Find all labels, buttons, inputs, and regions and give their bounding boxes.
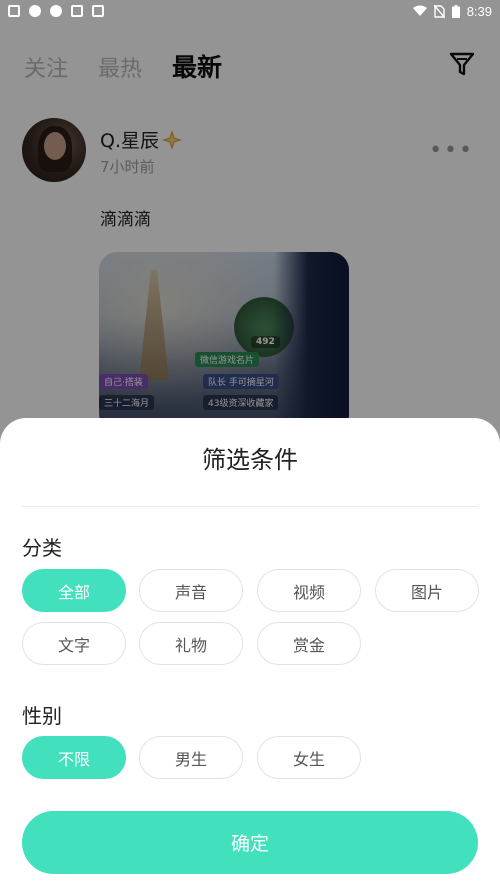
sheet-divider bbox=[22, 506, 478, 507]
sheet-title: 筛选条件 bbox=[202, 446, 298, 474]
chip-category-text[interactable]: 文字 bbox=[22, 622, 126, 665]
chip-gender-female[interactable]: 女生 bbox=[257, 736, 361, 779]
status-bar: 8:39 bbox=[0, 0, 500, 22]
notification-icons bbox=[8, 5, 104, 17]
wifi-icon bbox=[412, 5, 427, 16]
chip-category-voice[interactable]: 声音 bbox=[139, 569, 243, 612]
chip-category-all[interactable]: 全部 bbox=[22, 569, 126, 612]
app-notification-icon bbox=[8, 5, 20, 17]
chip-category-image[interactable]: 图片 bbox=[375, 569, 479, 612]
no-sim-icon bbox=[433, 4, 445, 18]
download-notification-icon bbox=[92, 5, 104, 17]
image-notification-icon bbox=[71, 5, 83, 17]
category-label: 分类 bbox=[22, 536, 62, 560]
chip-category-gift[interactable]: 礼物 bbox=[139, 622, 243, 665]
confirm-button[interactable]: 确定 bbox=[22, 811, 478, 874]
filter-sheet: 筛选条件 分类 全部 声音 视频 图片 文字 礼物 赏金 性别 不限 男生 女生… bbox=[0, 418, 500, 888]
sync-icon bbox=[29, 5, 41, 17]
battery-icon bbox=[451, 4, 460, 18]
chip-category-bounty[interactable]: 赏金 bbox=[257, 622, 361, 665]
chip-gender-any[interactable]: 不限 bbox=[22, 736, 126, 779]
sync-icon-2 bbox=[50, 5, 62, 17]
chip-category-video[interactable]: 视频 bbox=[257, 569, 361, 612]
gender-label: 性别 bbox=[22, 704, 62, 728]
chip-gender-male[interactable]: 男生 bbox=[139, 736, 243, 779]
system-indicators: 8:39 bbox=[412, 3, 492, 19]
status-time: 8:39 bbox=[466, 3, 492, 19]
